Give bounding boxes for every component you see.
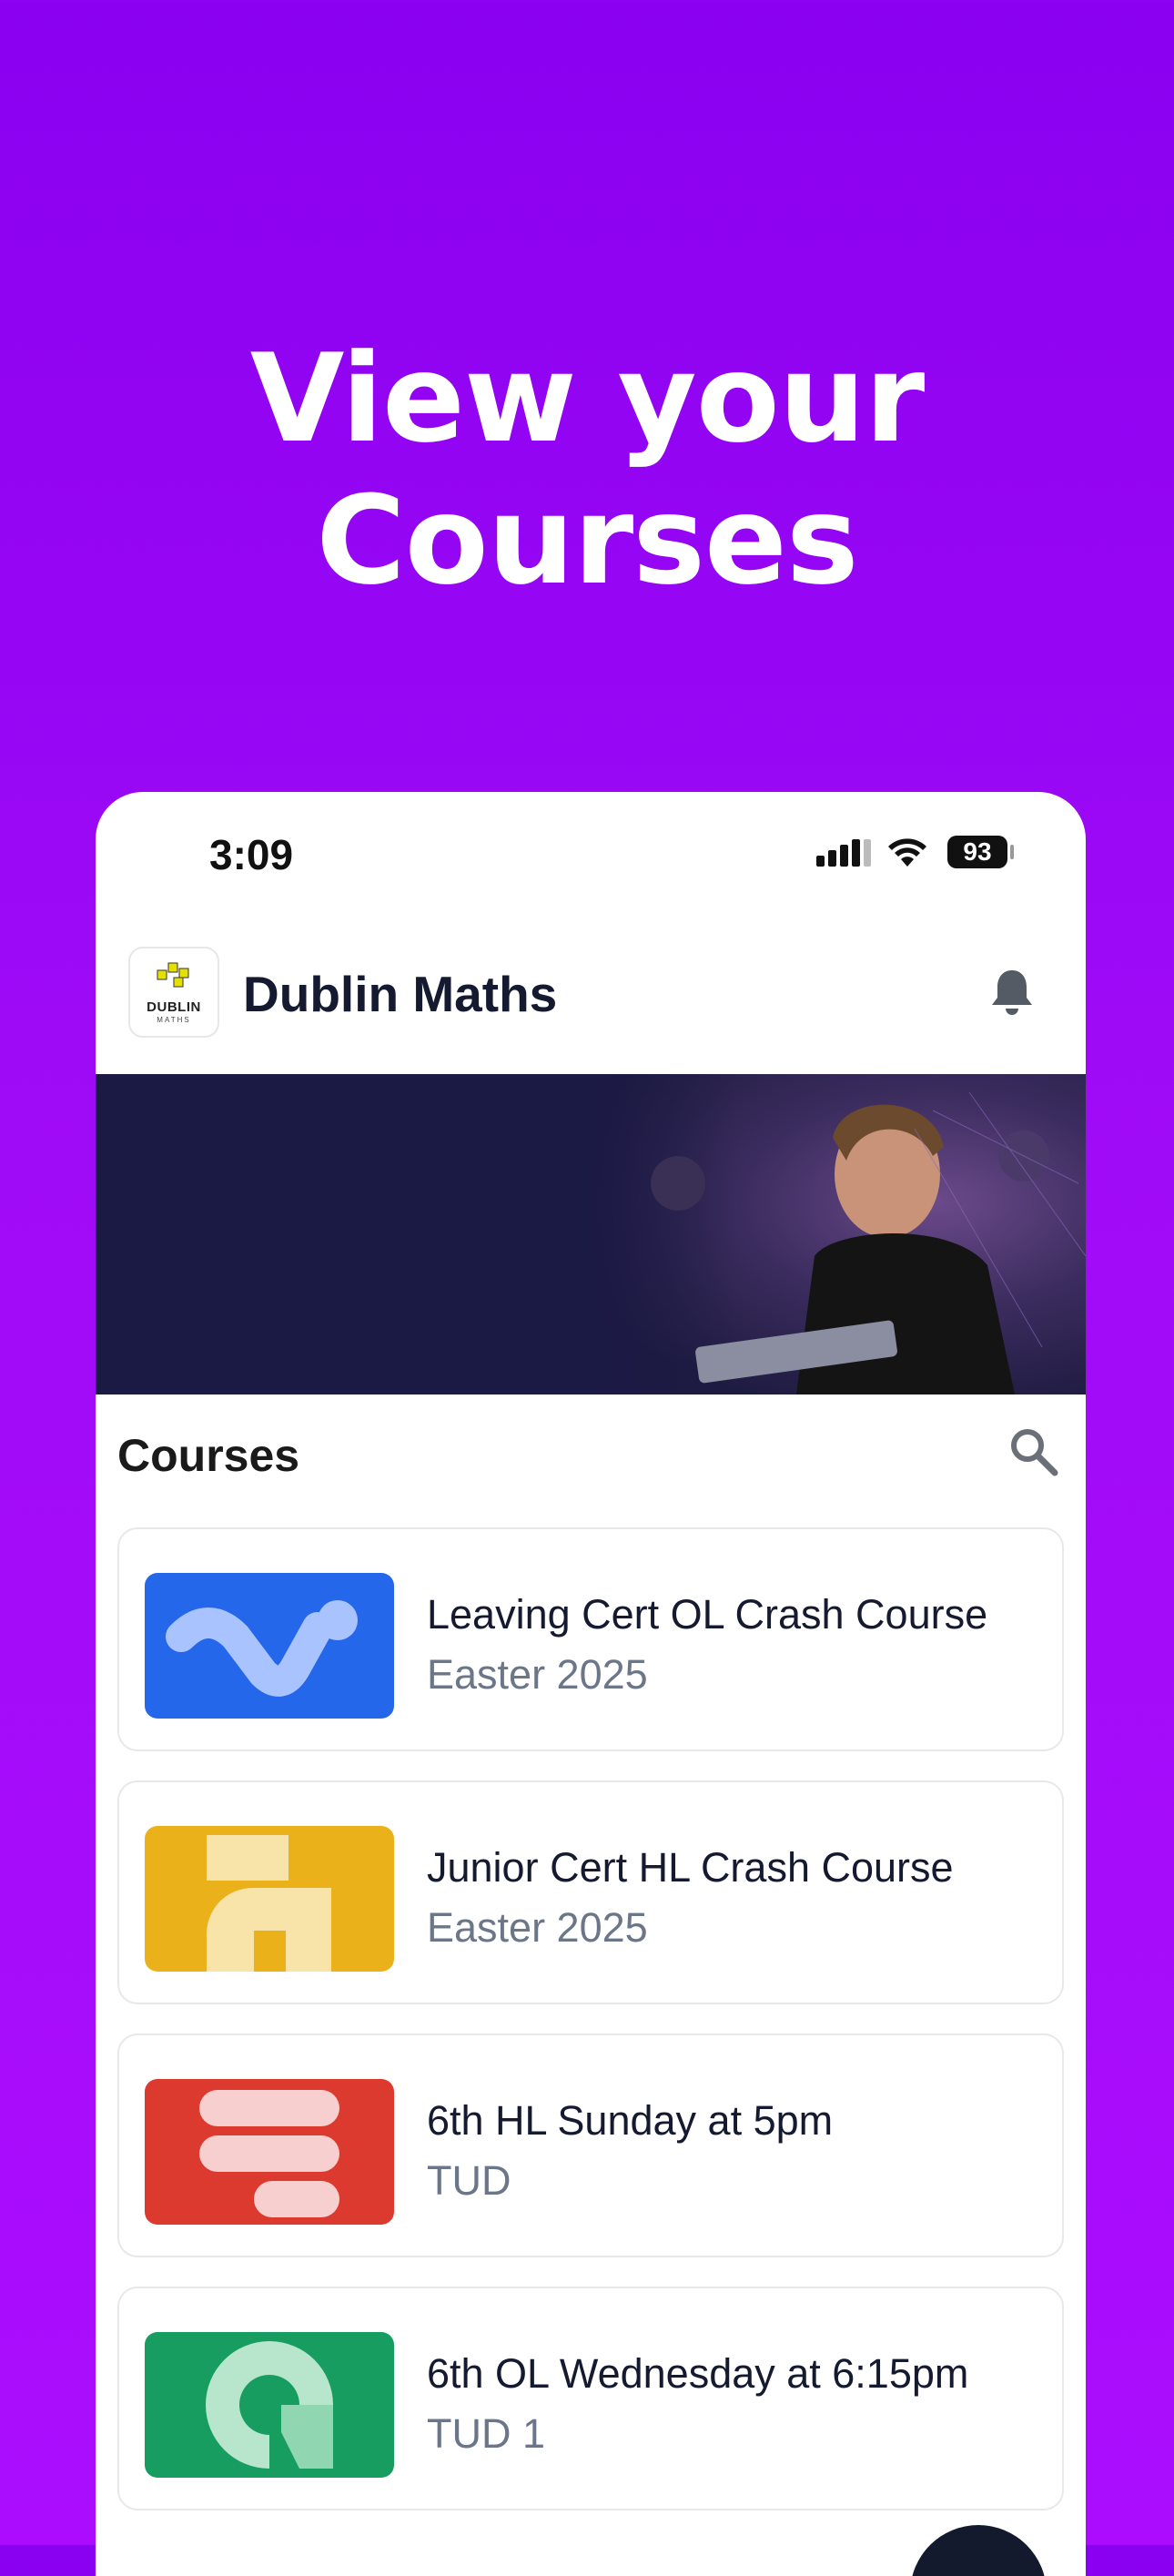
- arrow-logo-icon: [207, 1835, 331, 1972]
- status-bar: 3:09 93: [96, 792, 1086, 928]
- search-icon[interactable]: [1007, 1425, 1060, 1478]
- phone-screen: 3:09 93 DUBLIN MATHS Dublin Maths Course…: [96, 792, 1086, 2576]
- course-thumbnail: [145, 1573, 394, 1719]
- courses-heading: Courses: [117, 1430, 300, 1481]
- course-title: 6th OL Wednesday at 6:15pm: [427, 2350, 969, 2397]
- course-subtitle: Easter 2025: [427, 1904, 648, 1951]
- course-card[interactable]: Leaving Cert OL Crash Course Easter 2025: [117, 1527, 1064, 1751]
- app-header: DUBLIN MATHS Dublin Maths: [96, 928, 1086, 1065]
- bell-icon[interactable]: [989, 967, 1035, 1018]
- battery-indicator: 93: [947, 836, 1007, 868]
- course-thumbnail: [145, 2079, 394, 2225]
- logo-text: DUBLIN: [147, 999, 201, 1015]
- hero-banner: [96, 1074, 1086, 1394]
- course-title: Junior Cert HL Crash Course: [427, 1844, 954, 1891]
- student-silhouette-image: [651, 1091, 1086, 1394]
- promo-line-2: Courses: [316, 470, 858, 612]
- logo-subtext: MATHS: [157, 1016, 191, 1024]
- course-thumbnail: [145, 1826, 394, 1972]
- course-card[interactable]: 6th OL Wednesday at 6:15pm TUD 1: [117, 2287, 1064, 2510]
- course-title: 6th HL Sunday at 5pm: [427, 2097, 834, 2144]
- floating-action-button[interactable]: [910, 2525, 1047, 2576]
- course-title: Leaving Cert OL Crash Course: [427, 1591, 988, 1638]
- battery-tip: [1010, 845, 1014, 859]
- promo-headline: View your Courses: [0, 328, 1174, 612]
- logo-mark-icon: [157, 962, 189, 988]
- wifi-icon: [888, 838, 926, 867]
- course-card[interactable]: 6th HL Sunday at 5pm TUD: [117, 2033, 1064, 2257]
- cellular-signal-icon: [816, 839, 871, 867]
- course-thumbnail: [145, 2332, 394, 2478]
- course-subtitle: TUD: [427, 2157, 511, 2204]
- app-title: Dublin Maths: [243, 966, 558, 1022]
- course-subtitle: Easter 2025: [427, 1651, 648, 1698]
- wave-logo-icon: [166, 1600, 358, 1697]
- status-time: 3:09: [209, 831, 294, 878]
- banner-photo: [587, 1074, 1086, 1394]
- app-logo: DUBLIN MATHS: [128, 947, 219, 1038]
- course-subtitle: TUD 1: [427, 2410, 546, 2457]
- stripes-logo-icon: [199, 2090, 339, 2217]
- ring-logo-icon: [206, 2341, 333, 2469]
- course-card[interactable]: Junior Cert HL Crash Course Easter 2025: [117, 1780, 1064, 2004]
- promo-line-1: View your: [249, 328, 926, 470]
